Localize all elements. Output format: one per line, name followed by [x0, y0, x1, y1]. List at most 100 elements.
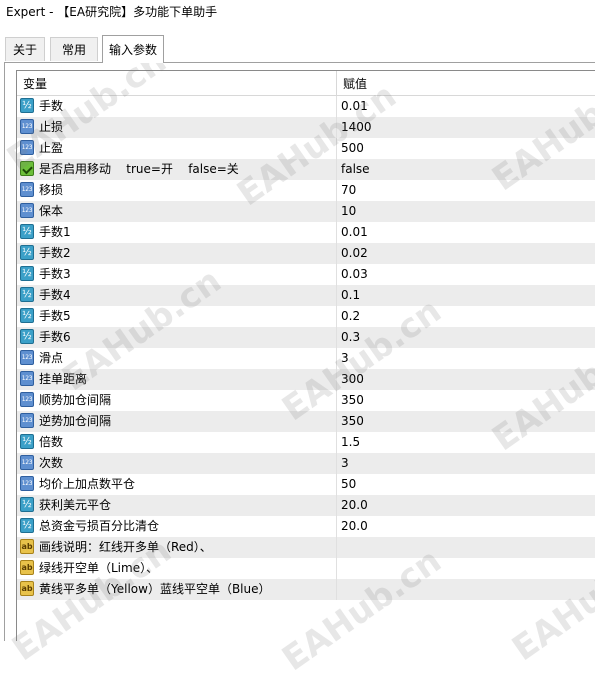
table-row[interactable]: 手数5 0.2 [17, 306, 595, 327]
parameter-name: 手数 [39, 99, 64, 113]
parameter-value[interactable]: 0.3 [341, 327, 360, 348]
table-row[interactable]: 手数1 0.01 [17, 222, 595, 243]
parameter-value[interactable]: 3 [341, 348, 349, 369]
double-icon [20, 266, 34, 281]
column-header-variable[interactable]: 变量 [17, 71, 336, 95]
table-row[interactable]: 黄线平多单（Yellow）蓝线平空单（Blue） [17, 579, 595, 600]
parameter-name: 止损 [39, 120, 64, 134]
parameter-value[interactable]: 0.02 [341, 243, 368, 264]
string-icon [20, 581, 34, 596]
double-icon [20, 308, 34, 323]
cell-divider [336, 306, 337, 327]
cell-divider [336, 432, 337, 453]
parameter-value[interactable]: false [341, 159, 370, 180]
table-row[interactable]: 挂单距离 300 [17, 369, 595, 390]
integer-icon [20, 392, 34, 407]
column-header-value[interactable]: 赋值 [337, 71, 595, 95]
parameter-value[interactable]: 20.0 [341, 495, 368, 516]
parameter-value[interactable]: 0.01 [341, 222, 368, 243]
parameter-value[interactable]: 0.2 [341, 306, 360, 327]
cell-divider [336, 180, 337, 201]
table-row[interactable]: 手数6 0.3 [17, 327, 595, 348]
parameter-name: 是否启用移动 true=开 false=关 [39, 162, 239, 176]
table-row[interactable]: 手数 0.01 [17, 96, 595, 117]
cell-divider [336, 558, 337, 579]
parameter-name: 顺势加仓间隔 [39, 393, 112, 407]
parameter-value[interactable]: 3 [341, 453, 349, 474]
parameter-value[interactable]: 500 [341, 138, 364, 159]
table-row[interactable]: 滑点 3 [17, 348, 595, 369]
table-row[interactable]: 保本 10 [17, 201, 595, 222]
parameter-value[interactable]: 300 [341, 369, 364, 390]
table-row[interactable]: 画线说明：红线开多单（Red）、 [17, 537, 595, 558]
table-row[interactable]: 次数 3 [17, 453, 595, 474]
tab-inputs[interactable]: 输入参数 [102, 35, 164, 63]
double-icon [20, 287, 34, 302]
integer-icon [20, 413, 34, 428]
grid-header: 变量 赋值 [17, 71, 595, 96]
cell-divider [336, 138, 337, 159]
parameter-name: 保本 [39, 204, 64, 218]
parameter-value[interactable]: 50 [341, 474, 356, 495]
integer-icon [20, 476, 34, 491]
integer-icon [20, 371, 34, 386]
double-icon [20, 497, 34, 512]
parameter-value[interactable]: 350 [341, 390, 364, 411]
table-row[interactable]: 手数2 0.02 [17, 243, 595, 264]
string-icon [20, 539, 34, 554]
parameter-value[interactable]: 0.03 [341, 264, 368, 285]
table-row[interactable]: 手数3 0.03 [17, 264, 595, 285]
table-row[interactable]: 均价上加点数平仓 50 [17, 474, 595, 495]
parameter-value[interactable]: 20.0 [341, 516, 368, 537]
table-row[interactable]: 倍数 1.5 [17, 432, 595, 453]
parameter-name: 挂单距离 [39, 372, 88, 386]
cell-divider [336, 516, 337, 537]
cell-divider [336, 117, 337, 138]
table-row[interactable]: 止盈 500 [17, 138, 595, 159]
parameter-name: 倍数 [39, 435, 64, 449]
integer-icon [20, 203, 34, 218]
tab-about[interactable]: 关于 [5, 37, 45, 61]
parameter-value[interactable]: 350 [341, 411, 364, 432]
cell-divider [336, 348, 337, 369]
integer-icon [20, 119, 34, 134]
parameter-value[interactable]: 1400 [341, 117, 372, 138]
parameter-value[interactable]: 1.5 [341, 432, 360, 453]
integer-icon [20, 455, 34, 470]
parameter-name: 总资金亏损百分比清仓 [39, 519, 160, 533]
cell-divider [336, 96, 337, 117]
parameter-name: 手数6 [39, 330, 71, 344]
parameter-name: 手数4 [39, 288, 71, 302]
tab-common[interactable]: 常用 [50, 37, 98, 61]
parameter-name: 移损 [39, 183, 64, 197]
parameter-value[interactable]: 0.1 [341, 285, 360, 306]
table-row[interactable]: 顺势加仓间隔 350 [17, 390, 595, 411]
cell-divider [336, 327, 337, 348]
parameter-name: 均价上加点数平仓 [39, 477, 136, 491]
parameter-name: 黄线平多单（Yellow）蓝线平空单（Blue） [39, 582, 271, 596]
table-row[interactable]: 总资金亏损百分比清仓 20.0 [17, 516, 595, 537]
cell-divider [336, 222, 337, 243]
tab-bar: 关于 常用 输入参数 [0, 26, 595, 63]
table-row[interactable]: 是否启用移动 true=开 false=关 false [17, 159, 595, 180]
parameter-value[interactable]: 10 [341, 201, 356, 222]
table-row[interactable]: 止损 1400 [17, 117, 595, 138]
table-row[interactable]: 绿线开空单（Lime）、 [17, 558, 595, 579]
integer-icon [20, 182, 34, 197]
bool-icon [20, 161, 34, 176]
double-icon [20, 224, 34, 239]
table-row[interactable]: 逆势加仓间隔 350 [17, 411, 595, 432]
parameter-name: 画线说明：红线开多单（Red）、 [39, 540, 212, 554]
table-row[interactable]: 获利美元平仓 20.0 [17, 495, 595, 516]
double-icon [20, 518, 34, 533]
double-icon [20, 245, 34, 260]
double-icon [20, 434, 34, 449]
table-row[interactable]: 手数4 0.1 [17, 285, 595, 306]
parameter-value[interactable]: 70 [341, 180, 356, 201]
parameter-value[interactable]: 0.01 [341, 96, 368, 117]
window-title: Expert - 【EA研究院】多功能下单助手 [0, 0, 595, 26]
table-row[interactable]: 移损 70 [17, 180, 595, 201]
parameter-name: 手数3 [39, 267, 71, 281]
parameter-name: 止盈 [39, 141, 64, 155]
integer-icon [20, 140, 34, 155]
